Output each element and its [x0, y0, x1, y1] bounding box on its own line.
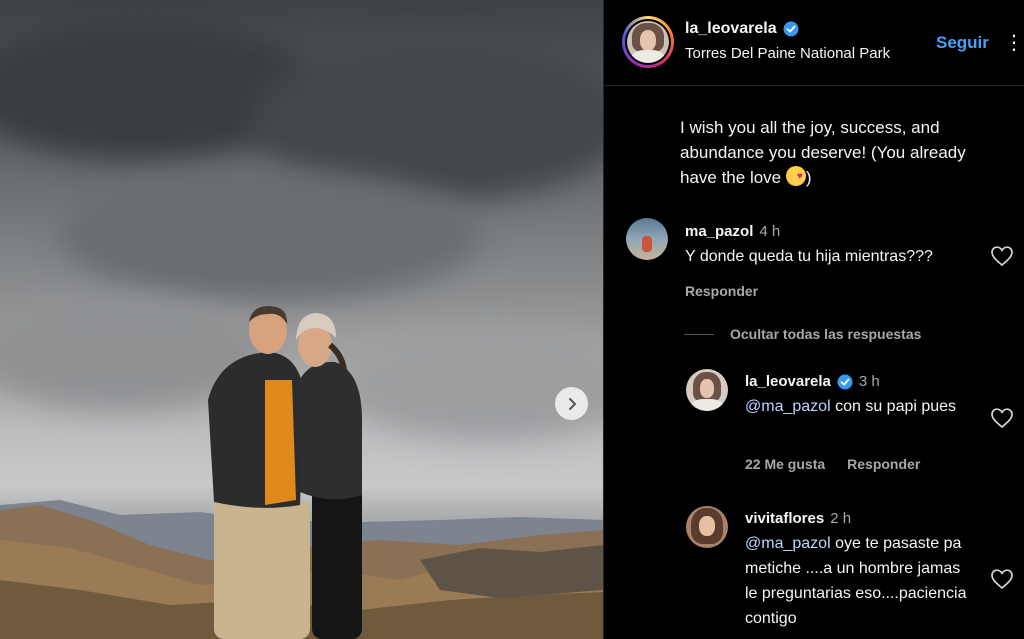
post-photo: [0, 0, 603, 639]
smiling-face-hearts-icon: [785, 164, 806, 189]
comment-username[interactable]: ma_pazol: [685, 223, 753, 240]
reply-avatar[interactable]: [686, 369, 728, 411]
reply-text: @ma_pazol oye te pasaste pa metiche ....…: [745, 535, 967, 627]
more-options-icon[interactable]: ⋮: [1004, 30, 1024, 55]
reply-username[interactable]: la_leovarela: [745, 373, 831, 390]
likes-count[interactable]: 22 Me gusta: [745, 456, 825, 472]
comment-text: Y donde queda tu hija mientras???: [685, 248, 933, 265]
comment-time[interactable]: 4 h: [759, 223, 780, 240]
verified-badge-icon: [783, 21, 799, 37]
caption-text: I wish you all the joy, success, and abu…: [680, 115, 980, 190]
post-header: la_leovarela Torres Del Paine National P…: [604, 0, 1024, 86]
reply-time[interactable]: 2 h: [830, 510, 851, 527]
divider-line: [684, 333, 714, 335]
mention-link[interactable]: @ma_pazol: [745, 398, 831, 415]
post-side-panel: la_leovarela Torres Del Paine National P…: [603, 0, 1024, 639]
post-location[interactable]: Torres Del Paine National Park: [685, 45, 890, 62]
next-photo-button[interactable]: [555, 387, 588, 420]
author-avatar[interactable]: [622, 16, 674, 68]
like-heart-icon[interactable]: [990, 245, 1014, 267]
comment-header: ma_pazol 4 h: [685, 223, 780, 240]
verified-badge-icon: [837, 374, 853, 389]
commenter-avatar[interactable]: [626, 218, 668, 260]
chevron-right-icon: [568, 397, 576, 410]
reply-username[interactable]: vivitaflores: [745, 510, 824, 527]
reply-text: @ma_pazol con su papi pues: [745, 398, 957, 415]
reply-time[interactable]: 3 h: [859, 373, 880, 390]
hide-replies-button[interactable]: Ocultar todas las respuestas: [684, 326, 921, 342]
couple-figure: [208, 305, 362, 639]
reply-button[interactable]: Responder: [685, 283, 758, 299]
reply-avatar[interactable]: [686, 506, 728, 548]
mention-link[interactable]: @ma_pazol: [745, 535, 831, 552]
reply-header: vivitaflores 2 h: [745, 510, 851, 527]
author-username[interactable]: la_leovarela: [685, 20, 777, 38]
reply-header: la_leovarela 3 h: [745, 373, 880, 390]
like-heart-icon[interactable]: [990, 407, 1014, 429]
follow-button[interactable]: Seguir: [936, 33, 989, 53]
reply-button[interactable]: Responder: [847, 456, 920, 472]
like-heart-icon[interactable]: [990, 568, 1014, 590]
